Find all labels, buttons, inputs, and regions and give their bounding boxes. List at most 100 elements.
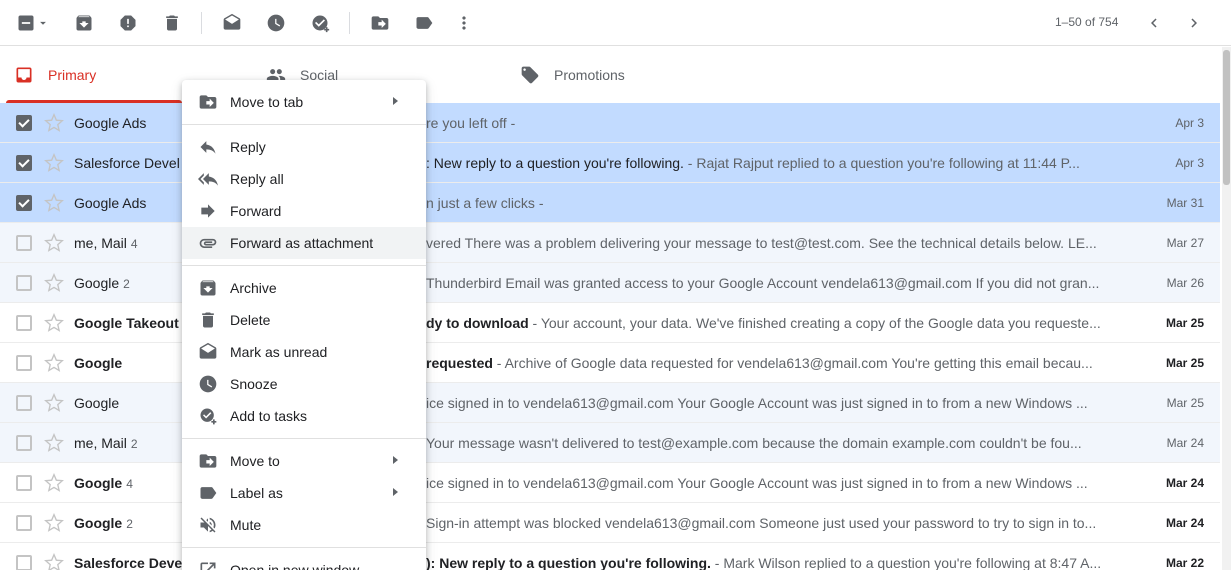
email-date: Mar 24 xyxy=(1165,476,1204,490)
snippet-text: ice signed in to vendela613@gmail.com Yo… xyxy=(426,475,1088,491)
tab-promotions[interactable]: Promotions xyxy=(520,47,625,103)
sender-name: me, Mail 4 xyxy=(74,235,138,251)
star-icon[interactable] xyxy=(44,192,64,213)
label-icon[interactable] xyxy=(412,11,436,35)
star-icon[interactable] xyxy=(44,432,64,453)
star-icon[interactable] xyxy=(44,552,64,570)
row-checkbox[interactable] xyxy=(16,195,32,211)
star-icon[interactable] xyxy=(44,472,64,493)
menu-item-forward-as-attachment[interactable]: Forward as attachment xyxy=(182,227,426,259)
select-checkbox-icon[interactable] xyxy=(14,11,38,35)
sender-name: me, Mail 2 xyxy=(74,435,138,451)
row-checkbox[interactable] xyxy=(16,155,32,171)
tab-label: Primary xyxy=(48,67,97,83)
row-checkbox[interactable] xyxy=(16,355,32,371)
more-icon[interactable] xyxy=(452,11,476,35)
snippet-text: ice signed in to vendela613@gmail.com Yo… xyxy=(426,395,1088,411)
menu-item-reply-all[interactable]: Reply all xyxy=(182,163,426,195)
menu-item-label: Label as xyxy=(230,485,283,501)
menu-item-label: Forward xyxy=(230,203,282,219)
sender-text: me, Mail xyxy=(74,435,127,451)
menu-item-label: Reply xyxy=(230,139,266,155)
thread-count: 2 xyxy=(130,437,138,451)
star-icon[interactable] xyxy=(44,112,64,133)
chevron-right-icon[interactable] xyxy=(1182,11,1206,35)
inbox-icon xyxy=(16,67,32,83)
menu-item-archive[interactable]: Archive xyxy=(182,272,426,304)
chevron-left-icon[interactable] xyxy=(1142,11,1166,35)
snippet-text: Your message wasn't delivered to test@ex… xyxy=(426,435,1082,451)
sender-text: Google xyxy=(74,515,123,531)
email-date: Mar 25 xyxy=(1165,316,1204,330)
menu-item-forward[interactable]: Forward xyxy=(182,195,426,227)
row-checkbox[interactable] xyxy=(16,555,32,570)
sender-text: Google xyxy=(74,395,120,411)
chevron-down-icon[interactable] xyxy=(36,11,50,35)
menu-item-move-to-tab[interactable]: Move to tab xyxy=(182,86,426,118)
submenu-arrow-icon xyxy=(393,456,398,464)
email-date: Mar 24 xyxy=(1166,436,1204,450)
email-date: Mar 25 xyxy=(1165,356,1204,370)
email-date: Apr 3 xyxy=(1175,156,1204,170)
reply-icon xyxy=(198,137,218,157)
star-icon[interactable] xyxy=(44,392,64,413)
row-checkbox[interactable] xyxy=(16,515,32,531)
row-checkbox[interactable] xyxy=(16,395,32,411)
menu-item-mark-as-unread[interactable]: Mark as unread xyxy=(182,336,426,368)
menu-item-open-in-new-window[interactable]: Open in new window xyxy=(182,554,426,570)
move-to-tab-icon xyxy=(198,92,218,112)
menu-item-snooze[interactable]: Snooze xyxy=(182,368,426,400)
sender-name: Salesforce Devel xyxy=(74,155,184,171)
menu-divider xyxy=(182,547,426,548)
snooze-icon[interactable] xyxy=(264,11,288,35)
menu-item-label: Forward as attachment xyxy=(230,235,374,251)
email-date: Mar 22 xyxy=(1165,556,1204,570)
menu-item-mute[interactable]: Mute xyxy=(182,509,426,541)
row-checkbox[interactable] xyxy=(16,275,32,291)
row-checkbox[interactable] xyxy=(16,235,32,251)
row-checkbox[interactable] xyxy=(16,315,32,331)
scrollbar-thumb[interactable] xyxy=(1223,50,1230,185)
toolbar-divider xyxy=(349,12,350,34)
star-icon[interactable] xyxy=(44,312,64,333)
star-icon[interactable] xyxy=(44,512,64,533)
snippet-text: vered There was a problem delivering you… xyxy=(426,235,1097,251)
mark-read-icon[interactable] xyxy=(220,11,244,35)
star-icon[interactable] xyxy=(44,232,64,253)
sender-name: Google Ads xyxy=(74,115,150,131)
sender-text: Google xyxy=(74,275,120,291)
delete-icon[interactable] xyxy=(160,11,184,35)
add-task-icon[interactable] xyxy=(308,11,332,35)
sender-text: Google Ads xyxy=(74,115,147,131)
submenu-arrow-icon xyxy=(393,488,398,496)
menu-item-add-to-tasks[interactable]: Add to tasks xyxy=(182,400,426,432)
star-icon[interactable] xyxy=(44,352,64,373)
tab-primary[interactable]: Primary xyxy=(0,47,182,103)
sender-name: Google Takeout xyxy=(74,315,183,331)
tag-icon xyxy=(521,66,539,84)
row-checkbox[interactable] xyxy=(16,475,32,491)
toolbar: 1–50 of 754 xyxy=(0,0,1231,46)
attachment-icon xyxy=(198,233,218,253)
row-checkbox[interactable] xyxy=(16,115,32,131)
snippet-text: n just a few clicks - xyxy=(426,195,544,211)
email-snippet: : New reply to a question you're followi… xyxy=(426,155,1116,171)
sender-name: Google 2 xyxy=(74,515,133,531)
star-icon[interactable] xyxy=(44,272,64,293)
menu-item-delete[interactable]: Delete xyxy=(182,304,426,336)
menu-item-label-as[interactable]: Label as xyxy=(182,477,426,509)
forward-icon xyxy=(198,201,218,221)
menu-divider xyxy=(182,265,426,266)
report-spam-icon[interactable] xyxy=(116,11,140,35)
menu-item-label: Open in new window xyxy=(230,562,360,570)
snippet-text: Sign-in attempt was blocked vendela613@g… xyxy=(426,515,1097,531)
menu-item-reply[interactable]: Reply xyxy=(182,131,426,163)
email-date: Mar 26 xyxy=(1166,276,1204,290)
email-snippet: requested - Archive of Google data reque… xyxy=(426,355,1116,371)
star-icon[interactable] xyxy=(44,152,64,173)
menu-item-move-to[interactable]: Move to xyxy=(182,445,426,477)
move-to-icon[interactable] xyxy=(368,11,392,35)
row-checkbox[interactable] xyxy=(16,435,32,451)
email-snippet: re you left off - xyxy=(426,115,1116,131)
archive-icon[interactable] xyxy=(72,11,96,35)
